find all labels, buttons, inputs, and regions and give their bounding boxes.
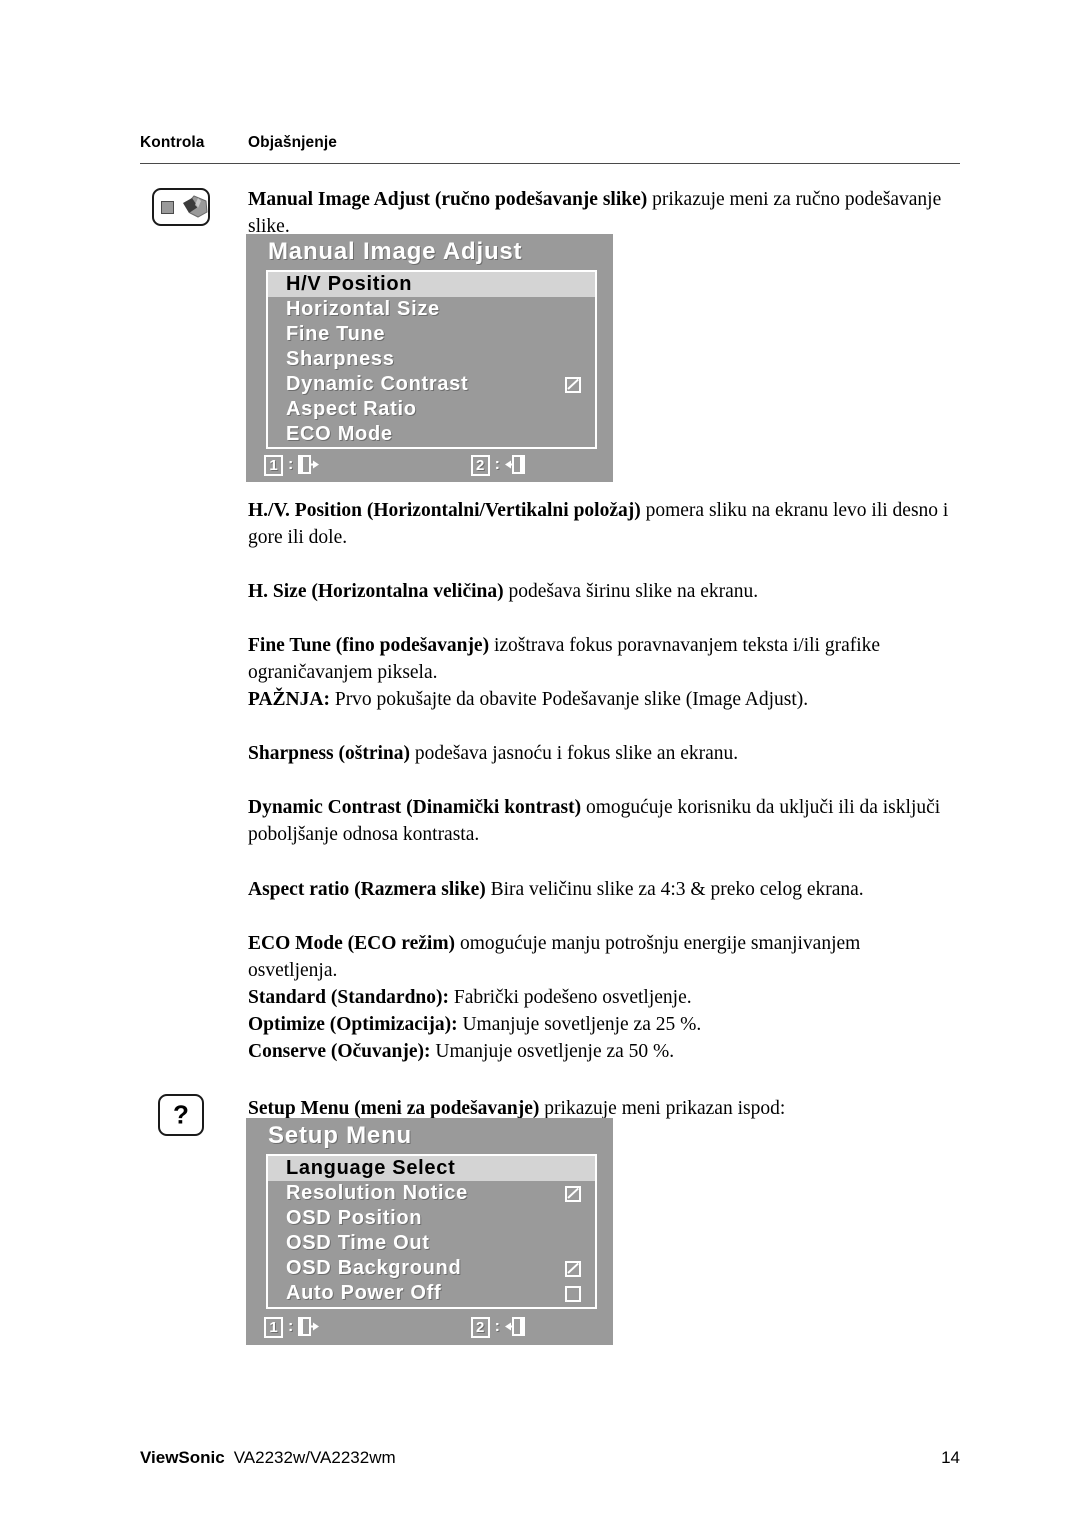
- question-mark-icon: ?: [158, 1094, 204, 1136]
- paragraph-body: podešava jasnoću i fokus slike an ekranu…: [409, 743, 739, 764]
- footer-page-number: 14: [941, 1448, 960, 1467]
- paragraph-term: Aspect ratio (Razmera slike): [248, 879, 486, 900]
- eco-optimize-body: Umanjuje sovetljenje za 25 %.: [457, 1014, 702, 1035]
- osd-menu-item[interactable]: OSD Time Out: [268, 1231, 595, 1256]
- osd-menu-item[interactable]: Sharpness: [268, 347, 595, 372]
- page-footer: ViewSonic VA2232w/VA2232wm 14: [140, 1448, 960, 1468]
- paragraph-body: Bira veličinu slike za 4:3 & preko celog…: [485, 879, 864, 900]
- osd-menu-item[interactable]: Aspect Ratio: [268, 397, 595, 422]
- osd-menu-item[interactable]: ECO Mode: [268, 422, 595, 447]
- osd-menu-item-label: Auto Power Off: [286, 1282, 442, 1304]
- osd-menu-item-label: Language Select: [286, 1157, 456, 1179]
- osd-footer: 1 : 2 :: [264, 1314, 597, 1340]
- paragraph-note-term: PAŽNJA:: [248, 689, 330, 710]
- paragraph-body: podešava širinu slike na ekranu.: [503, 581, 759, 602]
- column-header-explanation: Objašnjenje: [248, 134, 337, 151]
- paragraph-term: Fine Tune (fino podešavanje): [248, 635, 490, 656]
- osd-title: Setup Menu: [268, 1122, 412, 1149]
- osd-footer: 1 : 2 :: [264, 452, 597, 478]
- osd-key-1-separator: :: [288, 456, 294, 473]
- paragraph-sharpness: Sharpness (oštrina) podešava jasnoću i f…: [248, 740, 954, 767]
- header-divider: [140, 163, 960, 164]
- osd-menu-item[interactable]: Language Select: [268, 1156, 595, 1181]
- eco-optimize-term: Optimize (Optimizacija):: [248, 1014, 458, 1035]
- osd-menu-item-label: Aspect Ratio: [286, 398, 417, 420]
- eco-standard-term: Standard (Standardno):: [248, 987, 450, 1008]
- osd-key-1-separator: :: [288, 1318, 294, 1335]
- paragraph-eco-mode: ECO Mode (ECO režim) omogućuje manju pot…: [248, 930, 954, 1065]
- osd-footer-key-1: 1 :: [264, 454, 320, 476]
- image-adjust-icon: [152, 188, 210, 226]
- eco-standard-body: Fabrički podešeno osvetljenje.: [449, 987, 692, 1008]
- osd-key-2-box[interactable]: 2: [470, 454, 490, 476]
- osd-menu-item-label: ECO Mode: [286, 423, 393, 445]
- osd-menu-item[interactable]: Auto Power Off: [268, 1281, 595, 1306]
- osd-menu-item-label: OSD Time Out: [286, 1232, 430, 1254]
- osd-menu-item[interactable]: Horizontal Size: [268, 297, 595, 322]
- osd-key-2-separator: :: [494, 456, 500, 473]
- osd-menu-item-label: H/V Position: [286, 273, 413, 295]
- osd-menu-item-label: Dynamic Contrast: [286, 373, 469, 395]
- setup-menu-intro-rest: prikazuje meni prikazan ispod:: [539, 1098, 786, 1119]
- osd-menu-item-label: Fine Tune: [286, 323, 386, 345]
- footer-model: VA2232w/VA2232wm: [233, 1448, 396, 1467]
- column-header-control: Kontrola: [140, 134, 205, 151]
- osd-key-1-box[interactable]: 1: [264, 1316, 283, 1338]
- osd-menu-item-label: OSD Background: [286, 1257, 462, 1279]
- manual-image-adjust-intro-bold: Manual Image Adjust (ručno podešavanje s…: [248, 189, 648, 210]
- checkbox-checked-icon[interactable]: [565, 1260, 581, 1277]
- eco-conserve-body: Umanjuje osvetljenje za 50 %.: [430, 1041, 675, 1062]
- checkbox-checked-icon[interactable]: [565, 1185, 581, 1202]
- paragraph-term: Sharpness (oštrina): [248, 743, 410, 764]
- osd-menu-item-label: Horizontal Size: [286, 298, 440, 320]
- paragraph-dynamic-contrast: Dynamic Contrast (Dinamički kontrast) om…: [248, 794, 954, 848]
- image-adjust-square-glyph: [161, 201, 174, 214]
- osd-footer-key-2: 2 :: [470, 1316, 527, 1338]
- osd-menu-item[interactable]: OSD Background: [268, 1256, 595, 1281]
- osd-panel-manual-image-adjust: Manual Image Adjust H/V Position Horizon…: [246, 234, 613, 482]
- exit-left-icon: [505, 1317, 525, 1336]
- osd-title: Manual Image Adjust: [268, 238, 523, 265]
- osd-menu-item[interactable]: Resolution Notice: [268, 1181, 595, 1206]
- column-headers: Kontrola Objašnjenje: [140, 134, 960, 152]
- checkbox-empty-icon[interactable]: [565, 1285, 581, 1302]
- paragraph-term: H. Size (Horizontalna veličina): [248, 581, 504, 602]
- osd-menu-list: Language Select Resolution Notice OSD Po…: [266, 1154, 597, 1309]
- paragraph-aspect-ratio: Aspect ratio (Razmera slike) Bira veliči…: [248, 876, 954, 903]
- eco-conserve-term: Conserve (Očuvanje):: [248, 1041, 431, 1062]
- osd-menu-item[interactable]: Dynamic Contrast: [268, 372, 595, 397]
- exit-right-icon: [298, 455, 320, 474]
- osd-menu-item[interactable]: Fine Tune: [268, 322, 595, 347]
- osd-panel-setup-menu: Setup Menu Language Select Resolution No…: [246, 1118, 613, 1345]
- osd-key-1-box[interactable]: 1: [264, 454, 283, 476]
- question-mark-glyph: ?: [173, 1099, 189, 1130]
- osd-footer-key-1: 1 :: [264, 1316, 320, 1338]
- osd-footer-key-2: 2 :: [470, 454, 527, 476]
- paragraph-term: H./V. Position (Horizontalni/Vertikalni …: [248, 500, 641, 521]
- document-page: Kontrola Objašnjenje Manual Image Adjust …: [0, 0, 1080, 1528]
- osd-menu-item-label: Resolution Notice: [286, 1182, 468, 1204]
- paragraph-note-body: Prvo pokušajte da obavite Podešavanje sl…: [329, 689, 809, 710]
- osd-menu-item-label: Sharpness: [286, 348, 395, 370]
- osd-key-2-separator: :: [494, 1318, 500, 1335]
- paragraph-term: ECO Mode (ECO režim): [248, 933, 456, 954]
- exit-left-icon: [505, 455, 525, 474]
- osd-menu-list: H/V Position Horizontal Size Fine Tune S…: [266, 270, 597, 449]
- manual-image-adjust-intro: Manual Image Adjust (ručno podešavanje s…: [248, 186, 954, 240]
- paragraph-fine-tune: Fine Tune (fino podešavanje) izoštrava f…: [248, 632, 954, 713]
- paragraph-term: Dynamic Contrast (Dinamički kontrast): [248, 797, 582, 818]
- osd-menu-item-label: OSD Position: [286, 1207, 423, 1229]
- osd-menu-item[interactable]: OSD Position: [268, 1206, 595, 1231]
- osd-menu-item[interactable]: H/V Position: [268, 272, 595, 297]
- paragraph-note: PAŽNJA: Prvo pokušajte da obavite Podeša…: [248, 689, 808, 710]
- checkbox-checked-icon[interactable]: [565, 376, 581, 393]
- hand-glyph: [183, 195, 208, 218]
- setup-menu-intro-bold: Setup Menu (meni za podešavanje): [248, 1098, 540, 1119]
- paragraph-h-size: H. Size (Horizontalna veličina) podešava…: [248, 578, 954, 605]
- exit-right-icon: [298, 1317, 320, 1336]
- paragraph-hv-position: H./V. Position (Horizontalni/Vertikalni …: [248, 497, 954, 551]
- osd-key-2-box[interactable]: 2: [470, 1316, 490, 1338]
- footer-brand: ViewSonic: [140, 1448, 225, 1467]
